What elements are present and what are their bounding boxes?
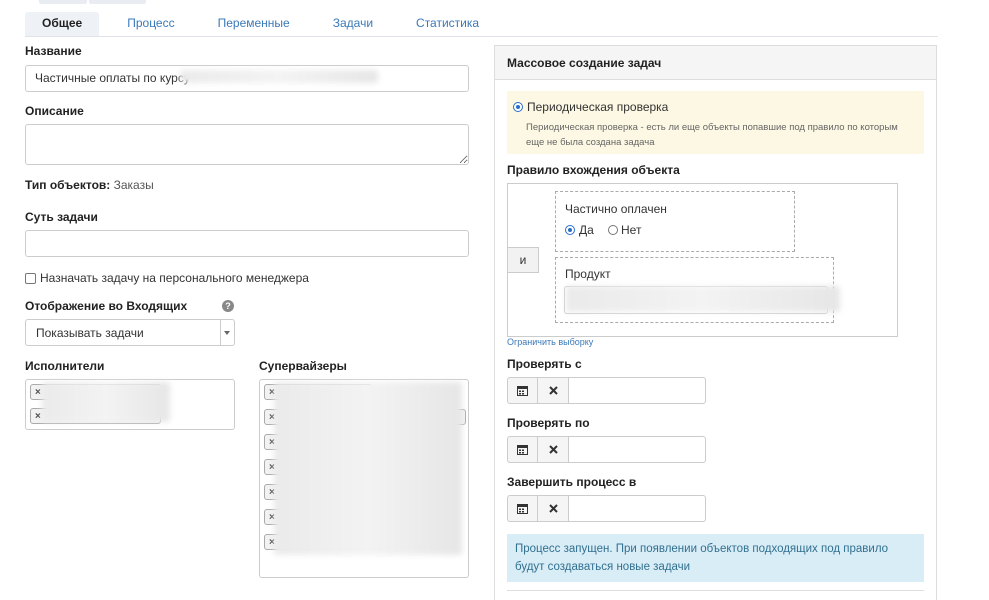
check-from-input[interactable] [569,377,706,404]
tab-tasks[interactable]: Задачи [318,12,388,36]
redacted-text [180,70,378,83]
redacted-executors [42,382,170,422]
object-type-value: Заказы [113,178,154,192]
tab-process[interactable]: Процесс [112,12,189,36]
rule-label: Правило вхождения объекта [507,163,680,177]
check-from-label: Проверять с [507,357,582,371]
calendar-icon[interactable] [507,377,538,404]
assign-manager-checkbox[interactable] [25,272,36,284]
supervisors-label: Супервайзеры [259,359,347,373]
check-to-input[interactable] [569,436,706,463]
redacted-supervisors [274,382,462,555]
periodic-check-radio[interactable] [513,102,523,112]
tab-statistics[interactable]: Статистика [401,12,494,36]
calendar-icon[interactable] [507,436,538,463]
finish-input[interactable] [569,495,706,522]
top-nav-stub [39,0,87,4]
top-nav-stub [89,0,146,4]
tab-general[interactable]: Общее [25,12,100,36]
periodic-check-desc: Периодическая проверка - есть ли еще объ… [526,122,898,148]
check-to-label: Проверять по [507,416,590,430]
calendar-icon[interactable] [507,495,538,522]
executors-label: Исполнители [25,359,105,373]
essence-label: Суть задачи [25,210,98,224]
inbox-display-label: Отображение во Входящих [25,299,188,313]
tab-variables[interactable]: Переменные [203,12,305,36]
no-radio[interactable] [608,225,618,235]
yes-radio[interactable] [565,225,575,235]
finish-label: Завершить процесс в [507,475,637,489]
process-info-text: Процесс запущен. При появлении объектов … [515,543,889,573]
object-type-label: Тип объектов: [25,178,111,192]
assign-manager-row[interactable]: Назначать задачу на персонального менедж… [25,271,309,285]
no-label: Нет [621,223,642,237]
check-to-group [507,436,706,464]
redacted-product [566,286,840,312]
panel-header: Массовое создание задач [495,46,936,80]
chevron-down-icon [224,331,230,335]
check-from-group [507,377,706,405]
limit-selection-link[interactable]: Ограничить выборку [507,337,593,347]
periodic-check-label: Периодическая проверка [527,100,669,114]
object-type-row: Тип объектов: Заказы [25,178,154,192]
finish-group [507,495,706,523]
description-textarea[interactable] [25,124,469,165]
name-value: Частичные оплаты по курсу [35,71,190,85]
inbox-display-select[interactable]: Показывать задачи [25,319,235,346]
inbox-display-value: Показывать задачи [36,326,144,340]
condition-partially-paid: Частично оплачен Да Нет [555,191,795,252]
assign-manager-label: Назначать задачу на персонального менедж… [40,271,309,285]
remove-chip-icon[interactable]: × [35,385,41,400]
times-icon[interactable] [538,436,569,463]
and-button[interactable]: и [507,247,539,273]
times-icon[interactable] [538,495,569,522]
yes-label: Да [579,223,594,237]
tabs-divider [25,36,938,37]
name-label: Название [25,44,82,58]
panel-title: Массовое создание задач [507,56,662,70]
product-label: Продукт [565,267,611,281]
panel-divider [507,590,924,591]
description-label: Описание [25,104,84,118]
question-circle-icon[interactable]: ? [222,300,234,312]
periodic-check-box: Периодическая проверка Периодическая про… [507,91,924,154]
times-icon[interactable] [538,377,569,404]
condition-title: Частично оплачен [565,202,667,216]
process-info-alert: Процесс запущен. При появлении объектов … [507,534,924,582]
remove-chip-icon[interactable]: × [35,409,41,424]
tab-bar: Общее Процесс Переменные Задачи Статисти… [25,12,494,36]
essence-input[interactable] [25,230,469,257]
